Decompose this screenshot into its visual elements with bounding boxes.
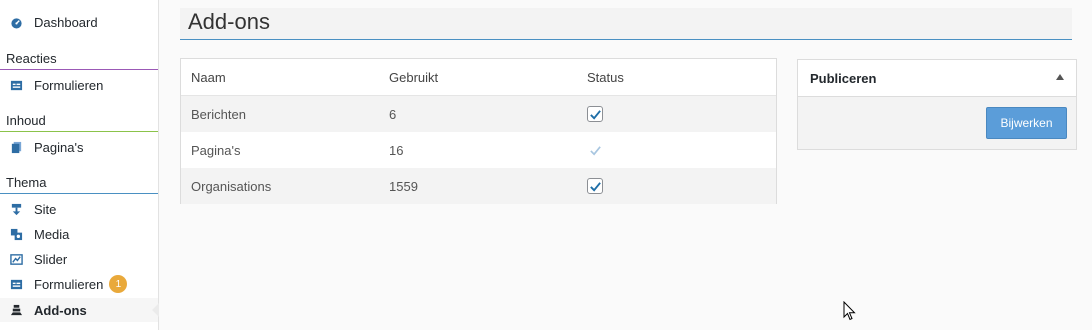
checkmark-icon xyxy=(589,109,601,120)
site-icon xyxy=(9,202,23,216)
sidebar-item-formulieren-thema[interactable]: Formulieren 1 xyxy=(0,272,158,296)
sidebar-item-dashboard[interactable]: Dashboard xyxy=(0,10,158,34)
sidebar-item-label: Add-ons xyxy=(34,302,87,318)
sidebar: Dashboard Reacties Formulieren Inhoud Pa… xyxy=(0,0,159,330)
row-name: Berichten xyxy=(191,106,246,122)
table-header-row: Naam Gebruikt Status xyxy=(181,59,776,96)
status-checkbox[interactable] xyxy=(587,106,603,122)
form-icon xyxy=(9,78,23,92)
section-thema: Thema xyxy=(0,172,158,194)
pages-icon xyxy=(9,140,23,154)
page-title: Add-ons xyxy=(180,8,1072,40)
form-icon xyxy=(9,277,23,291)
addons-table: Naam Gebruikt Status Berichten 6 Pagina'… xyxy=(180,58,777,204)
notification-badge: 1 xyxy=(109,275,128,293)
column-header-used: Gebruikt xyxy=(389,69,439,85)
row-used: 6 xyxy=(389,106,397,122)
table-row: Berichten 6 xyxy=(181,96,776,132)
slider-icon xyxy=(9,252,23,266)
sidebar-item-addons[interactable]: Add-ons xyxy=(0,298,158,322)
status-checkbox-disabled xyxy=(587,142,603,158)
publish-panel-header[interactable]: Publiceren xyxy=(798,60,1076,97)
sidebar-item-label: Pagina's xyxy=(34,139,84,155)
sidebar-item-label: Formulieren xyxy=(34,77,104,93)
checkmark-icon xyxy=(589,145,601,155)
sidebar-item-label: Site xyxy=(34,201,57,217)
status-checkbox[interactable] xyxy=(587,178,603,194)
row-used: 1559 xyxy=(389,178,418,194)
sidebar-item-label: Formulieren xyxy=(34,276,104,292)
section-label: Reacties xyxy=(6,51,57,66)
sidebar-item-site[interactable]: Site xyxy=(0,197,158,221)
row-name: Organisations xyxy=(191,178,272,194)
sidebar-item-label: Slider xyxy=(34,251,68,267)
section-inhoud: Inhoud xyxy=(0,110,158,132)
publish-panel-title: Publiceren xyxy=(810,70,877,86)
row-name: Pagina's xyxy=(191,142,241,158)
sidebar-item-label: Dashboard xyxy=(34,14,98,30)
addons-icon xyxy=(9,303,23,317)
publish-panel: Publiceren Bijwerken xyxy=(797,59,1077,150)
mouse-cursor-icon xyxy=(843,301,856,321)
section-label: Thema xyxy=(6,175,47,190)
update-button[interactable]: Bijwerken xyxy=(986,107,1067,139)
column-header-status: Status xyxy=(587,69,624,85)
sidebar-item-slider[interactable]: Slider xyxy=(0,247,158,271)
sidebar-item-paginas[interactable]: Pagina's xyxy=(0,135,158,159)
active-indicator xyxy=(152,303,159,317)
column-header-name: Naam xyxy=(191,69,226,85)
checkmark-icon xyxy=(589,181,601,192)
row-used: 16 xyxy=(389,142,404,158)
table-row: Pagina's 16 xyxy=(181,132,776,168)
media-icon xyxy=(9,227,23,241)
dashboard-icon xyxy=(9,15,23,29)
collapse-arrow-icon[interactable] xyxy=(1056,74,1064,80)
section-reacties: Reacties xyxy=(0,48,158,70)
table-row: Organisations 1559 xyxy=(181,168,776,204)
sidebar-item-label: Media xyxy=(34,226,70,242)
sidebar-item-formulieren[interactable]: Formulieren xyxy=(0,73,158,97)
sidebar-item-media[interactable]: Media xyxy=(0,222,158,246)
section-label: Inhoud xyxy=(6,113,46,128)
